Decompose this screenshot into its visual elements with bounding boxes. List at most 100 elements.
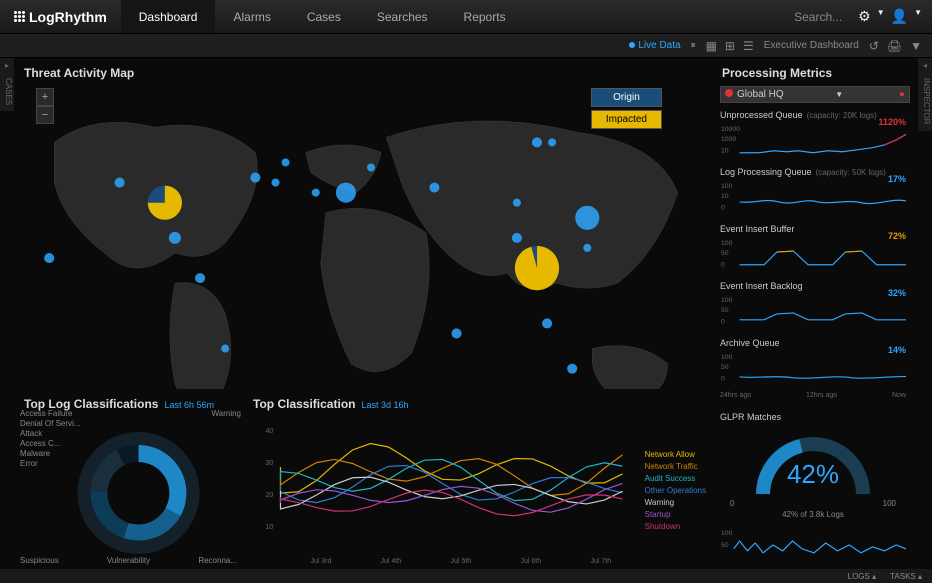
threat-dot[interactable]: [548, 138, 556, 146]
donut-time: Last 6h 56m: [164, 400, 214, 410]
threat-dot[interactable]: [567, 364, 577, 374]
svg-text:10000: 10000: [721, 126, 740, 133]
metrics-time-axis: 24hrs ago12hrs agoNow: [712, 392, 914, 399]
chevron-down-icon[interactable]: ▼: [914, 8, 922, 25]
undo-icon[interactable]: ↺: [869, 39, 879, 53]
threat-dot[interactable]: [367, 163, 375, 171]
svg-text:10: 10: [721, 193, 729, 200]
threat-dot[interactable]: [512, 233, 522, 243]
svg-text:Jul 3rd: Jul 3rd: [311, 558, 332, 565]
threat-dot[interactable]: [429, 183, 439, 193]
top-classification-panel: Top Classification Last 3d 16h 40302010 J…: [243, 389, 708, 569]
legend-item[interactable]: Warning: [645, 497, 706, 509]
nav-tab-alarms[interactable]: Alarms: [215, 0, 288, 33]
zoom-in-button[interactable]: +: [36, 88, 54, 106]
svg-text:0: 0: [721, 205, 725, 212]
svg-text:100: 100: [721, 240, 733, 247]
zoom-out-button[interactable]: −: [36, 106, 54, 124]
threat-dot[interactable]: [221, 345, 229, 353]
svg-text:0: 0: [721, 319, 725, 326]
lines-chart[interactable]: 40302010 Jul 3rdJul 4thJul 5thJul 6thJul…: [243, 415, 708, 565]
metric-unprocessed-queue: Unprocessed Queue(capacity: 20K logs)112…: [712, 107, 914, 164]
user-icon[interactable]: 👤: [891, 8, 908, 25]
donut-labels-bottom: SuspiciousVulnerabilityReconna...: [20, 556, 237, 565]
brand-text: LogRhythm: [29, 9, 107, 25]
nav-tab-cases[interactable]: Cases: [289, 0, 359, 33]
lines-title: Top Classification: [253, 397, 355, 411]
dashboard-name[interactable]: Executive Dashboard: [764, 40, 859, 51]
threat-dot[interactable]: [532, 137, 542, 147]
threat-dot[interactable]: [583, 244, 591, 252]
svg-text:100: 100: [721, 297, 733, 304]
status-dot-icon: [725, 89, 733, 97]
threat-dot[interactable]: [195, 273, 205, 283]
threat-dot[interactable]: [575, 206, 599, 230]
list-icon[interactable]: ☰: [743, 39, 754, 53]
chevron-down-icon[interactable]: ▼: [877, 8, 885, 25]
threat-pie[interactable]: [148, 186, 182, 220]
svg-text:1000: 1000: [721, 136, 736, 143]
bottom-row: Top Log ClassificationsLast 6h 56m Acces…: [14, 389, 708, 569]
glpr-max: 100: [883, 499, 896, 508]
svg-text:30: 30: [266, 460, 274, 467]
metrics-selector[interactable]: Global HQ ▼ ●: [720, 86, 910, 103]
metric-archive-queue: Archive Queue14% 100 50 0: [712, 335, 914, 392]
top-log-class-panel: Top Log ClassificationsLast 6h 56m Acces…: [14, 389, 243, 569]
threat-dot[interactable]: [115, 178, 125, 188]
metric-event-insert-buffer: Event Insert Buffer72% 100 50 0: [712, 221, 914, 278]
lines-time: Last 3d 16h: [361, 400, 408, 410]
expand-left-icon[interactable]: ▸: [0, 58, 14, 72]
search-input[interactable]: Search...: [786, 6, 850, 28]
threat-dot[interactable]: [282, 158, 290, 166]
threat-dot[interactable]: [452, 328, 462, 338]
live-data-indicator[interactable]: Live Data: [629, 40, 680, 51]
legend-origin[interactable]: Origin: [591, 88, 662, 107]
zoom-controls: + −: [36, 88, 54, 124]
legend-item[interactable]: Audit Success: [645, 473, 706, 485]
map-legend: Origin Impacted: [591, 88, 662, 129]
threat-dot[interactable]: [312, 189, 320, 197]
threat-dot[interactable]: [513, 199, 521, 207]
glpr-title: GLPR Matches: [720, 412, 781, 422]
threat-dot[interactable]: [336, 183, 356, 203]
filter-icon[interactable]: ▼: [910, 39, 922, 53]
threat-dot[interactable]: [271, 179, 279, 187]
top-nav: LogRhythm DashboardAlarmsCasesSearchesRe…: [0, 0, 932, 34]
legend-item[interactable]: Shutdown: [645, 521, 706, 533]
print-icon[interactable]: 🖨: [887, 39, 902, 53]
threat-dot[interactable]: [250, 173, 260, 183]
threat-dot[interactable]: [542, 318, 552, 328]
nav-tab-dashboard[interactable]: Dashboard: [121, 0, 216, 33]
legend-item[interactable]: Network Traffic: [645, 461, 706, 473]
chevron-down-icon: ▼: [835, 90, 843, 99]
svg-text:10: 10: [721, 148, 729, 155]
svg-text:50: 50: [721, 307, 729, 314]
threat-pie[interactable]: [515, 246, 559, 290]
svg-text:100: 100: [721, 530, 733, 537]
nav-tabs: DashboardAlarmsCasesSearchesReports: [121, 0, 524, 33]
tasks-tab[interactable]: TASKS ▴: [890, 572, 922, 581]
logs-tab[interactable]: LOGS ▴: [848, 572, 876, 581]
glpr-sparkline: 100 50: [720, 525, 906, 563]
nav-tab-searches[interactable]: Searches: [359, 0, 446, 33]
status-bar: LOGS ▴ TASKS ▴: [0, 569, 932, 583]
nav-tab-reports[interactable]: Reports: [446, 0, 524, 33]
glpr-panel: GLPR Matches 42% 0 100 42% of 3.8k Logs …: [712, 409, 914, 568]
threat-dot[interactable]: [169, 232, 181, 244]
widget-icon[interactable]: ▦: [706, 39, 717, 53]
pause-icon[interactable]: ⏸: [691, 40, 696, 51]
expand-right-icon[interactable]: ◂: [918, 58, 932, 72]
threat-dot[interactable]: [44, 253, 54, 263]
add-widget-icon[interactable]: ⊞: [725, 39, 735, 53]
legend-impacted[interactable]: Impacted: [591, 110, 662, 129]
svg-text:Jul 6th: Jul 6th: [521, 558, 542, 565]
legend-item[interactable]: Other Operations: [645, 485, 706, 497]
inspector-side-tab[interactable]: INSPECTOR: [918, 72, 932, 131]
legend-item[interactable]: Startup: [645, 509, 706, 521]
sliders-icon[interactable]: ⚙: [858, 8, 871, 25]
legend-item[interactable]: Network Allow: [645, 449, 706, 461]
cases-side-tab[interactable]: CASES: [0, 72, 14, 111]
metrics-title: Processing Metrics: [712, 58, 914, 84]
svg-text:50: 50: [721, 364, 729, 371]
lines-legend: Network AllowNetwork TrafficAudit Succes…: [645, 449, 706, 533]
